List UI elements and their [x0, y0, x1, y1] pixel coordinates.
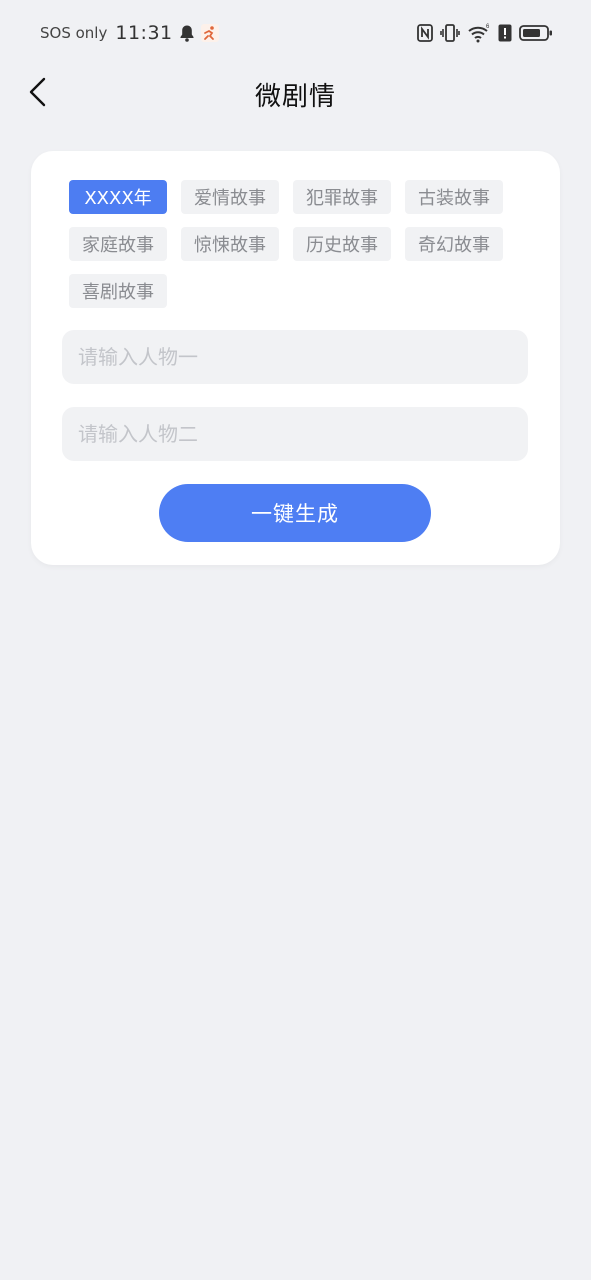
header: 微剧情 — [0, 66, 591, 122]
genre-tag[interactable]: 犯罪故事 — [293, 180, 391, 214]
carrier-text: SOS only — [40, 24, 108, 42]
screen: SOS only 11:31 6 微剧情 XXXX年 爱情故事 犯罪故事 古装故… — [0, 0, 591, 1280]
character-one-input[interactable] — [62, 330, 528, 384]
status-right: 6 — [417, 23, 553, 43]
genre-tag[interactable]: XXXX年 — [69, 180, 167, 214]
genre-tag[interactable]: 惊悚故事 — [181, 227, 279, 261]
svg-text:6: 6 — [486, 24, 490, 30]
story-card: XXXX年 爱情故事 犯罪故事 古装故事 家庭故事 惊悚故事 历史故事 奇幻故事… — [31, 151, 560, 565]
vibrate-icon — [440, 24, 460, 42]
battery-icon — [519, 24, 553, 42]
genre-tag[interactable]: 爱情故事 — [181, 180, 279, 214]
bell-icon — [179, 24, 195, 42]
generate-button[interactable]: 一键生成 — [159, 484, 431, 542]
status-bar: SOS only 11:31 6 — [0, 0, 591, 66]
genre-tag[interactable]: 历史故事 — [293, 227, 391, 261]
genre-tag[interactable]: 喜剧故事 — [69, 274, 167, 308]
running-app-icon — [200, 24, 219, 42]
genre-tag[interactable]: 奇幻故事 — [405, 227, 503, 261]
character-two-input[interactable] — [62, 407, 528, 461]
page-title: 微剧情 — [254, 82, 336, 112]
genre-tag[interactable]: 古装故事 — [405, 180, 503, 214]
nfc-icon — [417, 24, 433, 42]
genre-tag[interactable]: 家庭故事 — [69, 227, 167, 261]
clock: 11:31 — [115, 22, 173, 44]
alert-icon — [498, 24, 512, 42]
wifi-icon: 6 — [467, 23, 491, 43]
genre-tags: XXXX年 爱情故事 犯罪故事 古装故事 家庭故事 惊悚故事 历史故事 奇幻故事… — [69, 180, 529, 308]
status-left: SOS only 11:31 — [40, 22, 219, 44]
